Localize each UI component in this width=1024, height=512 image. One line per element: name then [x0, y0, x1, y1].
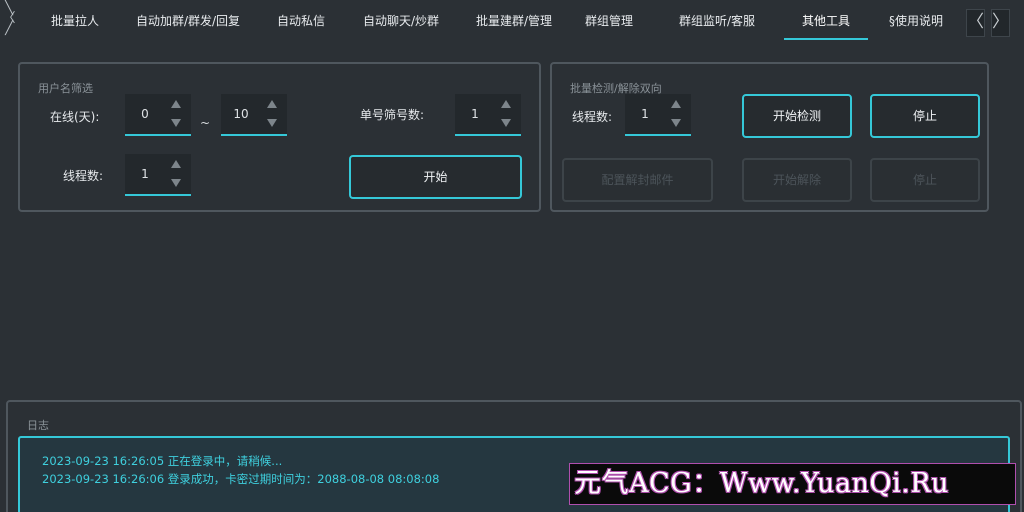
- group-title: 用户名筛选: [38, 82, 93, 95]
- online-from-spinbox[interactable]: 0: [125, 94, 191, 136]
- config-unlock-email-button[interactable]: 配置解封邮件: [562, 158, 713, 202]
- stop-unlock-button[interactable]: 停止: [870, 158, 980, 202]
- tab-batch-invite[interactable]: 批量拉人: [34, 0, 116, 42]
- tab-bar: ╲ 〈 ╱ 批量拉人 自动加群/群发/回复 自动私信 自动聊天/炒群 批量建群/…: [0, 0, 1024, 42]
- log-line: 2023-09-23 16:26:06 登录成功，卡密过期时间为：2088-08…: [42, 472, 440, 486]
- spin-up-icon[interactable]: [671, 100, 681, 108]
- threads-label: 线程数:: [63, 169, 104, 183]
- tab-instructions[interactable]: §使用说明: [868, 0, 964, 42]
- tab-scroll-handle[interactable]: ╲ 〈 ╱: [0, 2, 18, 38]
- watermark-banner: 元气ACG：Www.YuanQi.Ru: [569, 463, 1016, 505]
- spin-up-icon[interactable]: [171, 100, 181, 108]
- log-line: 2023-09-23 16:26:05 正在登录中，请稍候...: [42, 454, 283, 468]
- tab-prev-button[interactable]: 〈: [966, 9, 985, 37]
- tab-other-tools[interactable]: 其他工具: [784, 0, 868, 42]
- spinbox-value: 1: [641, 107, 649, 121]
- spinbox-value: 1: [471, 107, 479, 121]
- spin-down-icon[interactable]: [171, 119, 181, 127]
- username-filter-group: 用户名筛选 在线(天): 0 ~ 10 单号筛号数: 1 线程数: 1 开始: [18, 62, 541, 212]
- stop-check-button[interactable]: 停止: [870, 94, 980, 138]
- spin-down-icon[interactable]: [267, 119, 277, 127]
- spinbox-value: 1: [141, 167, 149, 181]
- start-button[interactable]: 开始: [349, 155, 522, 199]
- start-unlock-button[interactable]: 开始解除: [742, 158, 852, 202]
- tab-group-management[interactable]: 群组管理: [568, 0, 650, 42]
- range-separator: ~: [200, 116, 211, 130]
- tab-auto-join-group[interactable]: 自动加群/群发/回复: [116, 0, 260, 42]
- tab-auto-private-message[interactable]: 自动私信: [260, 0, 342, 42]
- threads-spinbox[interactable]: 1: [625, 94, 691, 136]
- online-days-label: 在线(天):: [50, 110, 100, 124]
- single-filter-spinbox[interactable]: 1: [455, 94, 521, 136]
- tab-next-button[interactable]: 〉: [991, 9, 1010, 37]
- tab-batch-create-group[interactable]: 批量建群/管理: [460, 0, 568, 42]
- single-filter-label: 单号筛号数:: [360, 108, 425, 122]
- spin-down-icon[interactable]: [671, 119, 681, 127]
- spin-up-icon[interactable]: [171, 160, 181, 168]
- log-title: 日志: [27, 419, 49, 432]
- start-check-button[interactable]: 开始检测: [742, 94, 852, 138]
- spin-up-icon[interactable]: [501, 100, 511, 108]
- online-to-spinbox[interactable]: 10: [221, 94, 287, 136]
- spinbox-value: 10: [233, 107, 249, 121]
- spin-down-icon[interactable]: [171, 179, 181, 187]
- threads-label: 线程数:: [572, 110, 613, 124]
- spin-down-icon[interactable]: [501, 119, 511, 127]
- spinbox-value: 0: [141, 107, 149, 121]
- tab-auto-chat[interactable]: 自动聊天/炒群: [342, 0, 460, 42]
- tab-group-monitor[interactable]: 群组监听/客服: [650, 0, 784, 42]
- batch-check-group: 批量检测/解除双向 线程数: 1 开始检测 停止 配置解封邮件 开始解除 停止: [550, 62, 989, 212]
- threads-spinbox[interactable]: 1: [125, 154, 191, 196]
- tab-list: 批量拉人 自动加群/群发/回复 自动私信 自动聊天/炒群 批量建群/管理 群组管…: [34, 0, 964, 42]
- spin-up-icon[interactable]: [267, 100, 277, 108]
